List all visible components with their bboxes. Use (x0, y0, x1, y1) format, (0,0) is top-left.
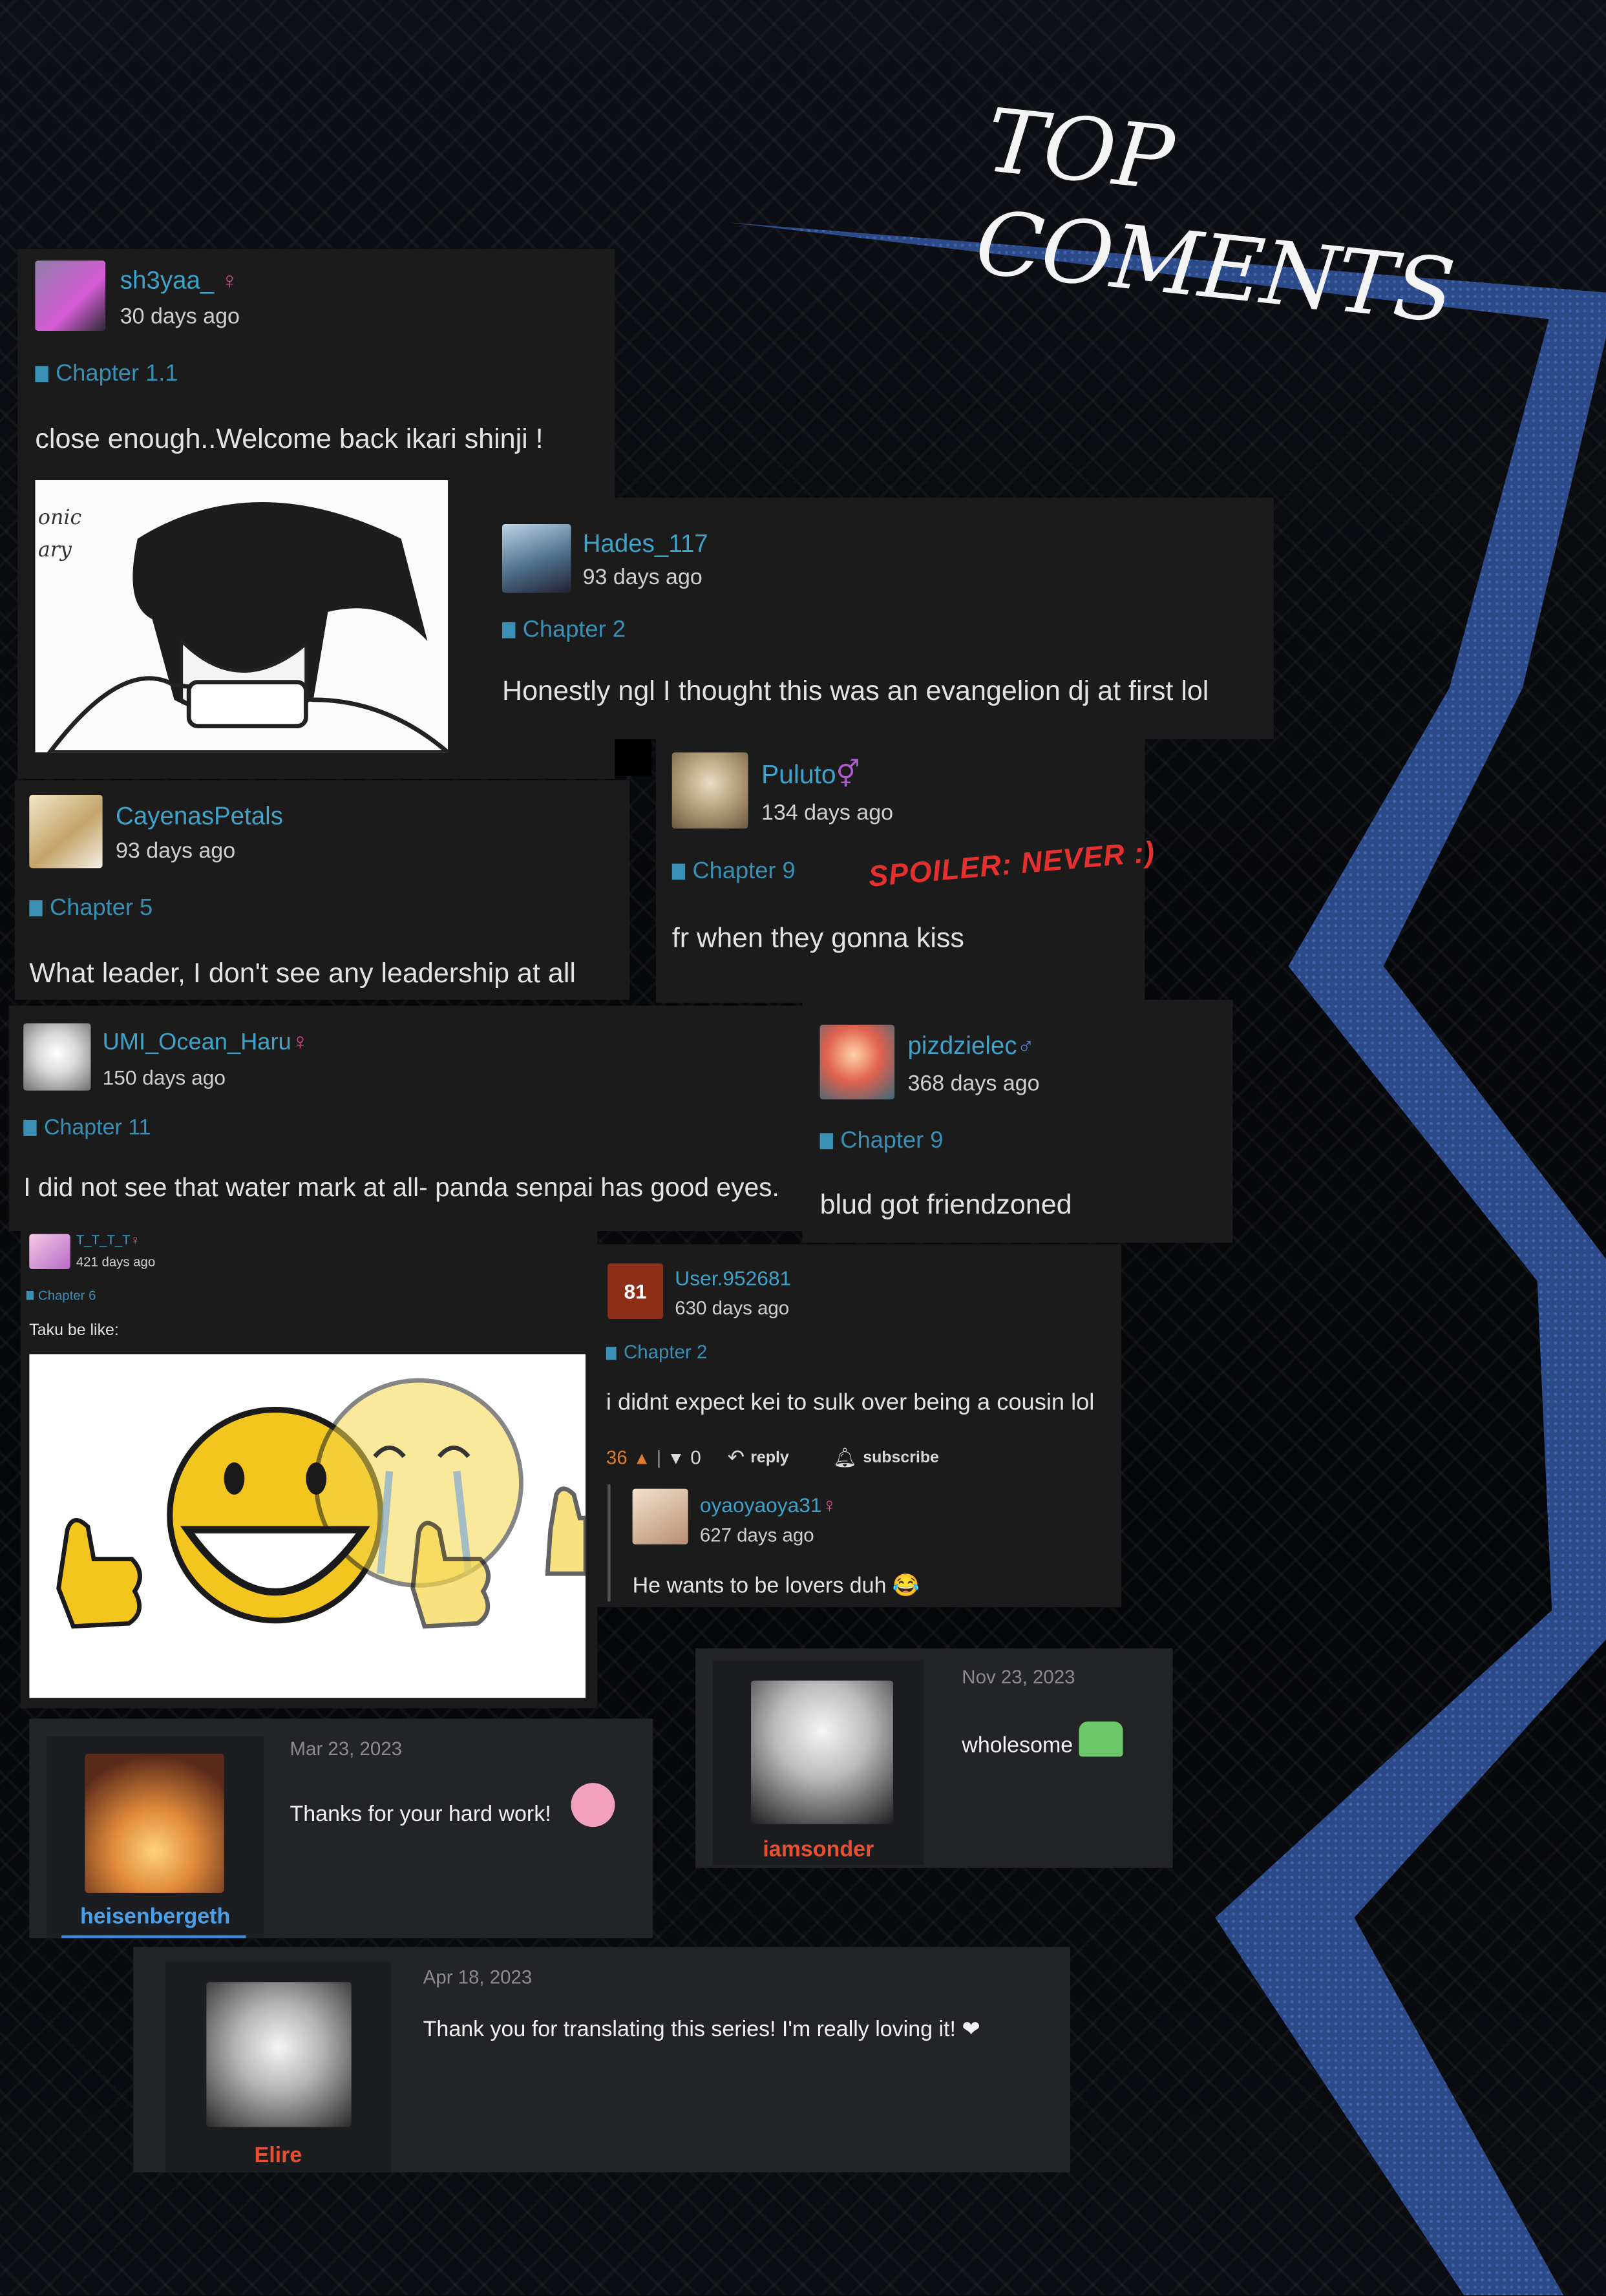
chapter-link[interactable]: Chapter 1.1 (35, 362, 178, 388)
document-icon (502, 622, 516, 638)
gender-female-icon: ♀ (130, 1232, 140, 1248)
username-underline (61, 1935, 246, 1939)
reply-text: He wants to be lovers duh 😂 (632, 1574, 920, 1599)
document-icon (26, 1290, 34, 1300)
post-text: Thank you for translating this series! I… (423, 2017, 980, 2043)
gender-female-icon: ♀ (291, 1030, 309, 1056)
forum-username[interactable]: iamsonder (713, 1837, 924, 1862)
username[interactable]: pizdzielec (907, 1032, 1017, 1060)
comment-card-tttt: T_T_T_T♀ 421 days ago Chapter 6 Taku be … (20, 1229, 598, 1709)
document-icon (35, 366, 48, 383)
gender-male-icon: ♂ (1017, 1035, 1035, 1060)
comment-age: 30 days ago (120, 304, 240, 330)
sticker-icon (571, 1783, 615, 1827)
reply-username[interactable]: oyaoyaoya31 (700, 1493, 822, 1517)
avatar (671, 752, 748, 829)
avatar (632, 1488, 688, 1544)
avatar (23, 1023, 91, 1091)
chapter-link[interactable]: Chapter 2 (606, 1341, 707, 1363)
document-icon (819, 1133, 833, 1150)
emoji-meme-image (29, 1354, 586, 1698)
comment-card-umi: UMI_Ocean_Haru♀ 150 days ago Chapter 11 … (8, 1006, 820, 1232)
chapter-link[interactable]: Chapter 9 (671, 859, 796, 886)
comment-text: Taku be like: (29, 1322, 119, 1340)
chapter-link[interactable]: Chapter 2 (502, 618, 626, 644)
avatar (206, 1982, 352, 2127)
comment-age: 93 days ago (115, 839, 236, 864)
gender-icon: ⚥ (836, 759, 860, 789)
comment-text: i didnt expect kei to sulk over being a … (606, 1391, 1095, 1416)
reply-icon[interactable]: ↶ (728, 1445, 745, 1470)
reply-age: 627 days ago (699, 1524, 814, 1546)
post-date: Apr 18, 2023 (423, 1966, 533, 1988)
upvote-count: 36 (606, 1446, 628, 1469)
document-icon (606, 1347, 617, 1360)
comment-age: 368 days ago (907, 1071, 1040, 1097)
gender-female-icon: ♀ (821, 1493, 838, 1517)
username[interactable]: UMI_Ocean_Haru (103, 1031, 291, 1056)
avatar (819, 1024, 895, 1100)
avatar (29, 795, 103, 869)
document-icon (23, 1119, 37, 1136)
avatar (502, 523, 571, 593)
username[interactable]: Puluto (761, 760, 836, 789)
comment-age: 630 days ago (675, 1297, 790, 1320)
chapter-link[interactable]: Chapter 6 (26, 1288, 96, 1303)
svg-text:ary: ary (38, 538, 72, 562)
chapter-link[interactable]: Chapter 5 (29, 896, 153, 922)
comment-age: 93 days ago (582, 565, 703, 590)
comment-age: 421 days ago (76, 1254, 156, 1270)
chapter-link[interactable]: Chapter 9 (819, 1129, 943, 1155)
forum-post-elire: Elire Apr 18, 2023 Thank you for transla… (133, 1946, 1070, 2173)
bell-icon[interactable]: 🔔︎ (833, 1446, 857, 1469)
gender-female-icon: ♀ (220, 269, 238, 295)
comment-text: Honestly ngl I thought this was an evang… (502, 676, 1209, 708)
decor-square (615, 739, 652, 776)
downvote-count: 0 (690, 1446, 701, 1469)
comment-card-cayenaspetals: CayenasPetals 93 days ago Chapter 5 What… (14, 780, 630, 1000)
comment-text: I did not see that water mark at all- pa… (23, 1172, 779, 1202)
document-icon (671, 863, 686, 880)
panel-caption: onic (38, 506, 82, 529)
avatar (29, 1234, 70, 1270)
username[interactable]: sh3yaa_ (120, 266, 215, 294)
comment-text: close enough..Welcome back ikari shinji … (35, 424, 544, 456)
reply-thread-line (608, 1484, 611, 1602)
post-text: Thanks for your hard work! (290, 1802, 551, 1827)
post-date: Mar 23, 2023 (290, 1737, 403, 1760)
comment-text: blud got friendzoned (819, 1190, 1072, 1221)
comment-card-pizdzielec: pizdzielec♂ 368 days ago Chapter 9 blud … (802, 1000, 1233, 1243)
subscribe-button[interactable]: subscribe (863, 1449, 939, 1466)
username[interactable]: Hades_117 (583, 530, 708, 559)
post-date: Nov 23, 2023 (962, 1665, 1075, 1688)
comment-text: fr when they gonna kiss (671, 923, 964, 954)
post-text: wholesome (962, 1733, 1073, 1758)
comment-text: What leader, I don't see any leadership … (29, 958, 576, 990)
comment-age: 134 days ago (761, 801, 894, 826)
forum-username[interactable]: heisenbergeth (47, 1904, 263, 1930)
reply-button[interactable]: reply (750, 1449, 789, 1466)
avatar (35, 260, 106, 331)
chapter-link[interactable]: Chapter 11 (23, 1115, 151, 1141)
username[interactable]: CayenasPetals (116, 802, 283, 831)
avatar (85, 1753, 224, 1893)
comment-card-hades: Hades_117 93 days ago Chapter 2 Honestly… (486, 498, 1274, 739)
document-icon (29, 900, 43, 917)
comment-actions: 36 ▲ | ▼ 0 ↶ reply 🔔︎ subscribe (606, 1445, 939, 1470)
username[interactable]: T_T_T_T (76, 1232, 131, 1247)
manga-panel-image: onic ary (35, 480, 449, 753)
forum-post-iamsonder: iamsonder Nov 23, 2023 wholesome (695, 1648, 1173, 1868)
collage-canvas: TOP COMENTS sh3yaa_ ♀ 30 days ago Chapte… (0, 0, 1606, 2295)
avatar: 81 (608, 1263, 664, 1320)
sticker-icon (1079, 1721, 1123, 1757)
comment-age: 150 days ago (102, 1066, 226, 1090)
downvote-icon[interactable]: ▼ (667, 1447, 684, 1468)
avatar (751, 1680, 893, 1824)
comment-card-user952681: 81 User.952681 630 days ago Chapter 2 i … (594, 1244, 1122, 1608)
forum-post-heisenbergeth: heisenbergeth Mar 23, 2023 Thanks for yo… (29, 1718, 653, 1939)
forum-username[interactable]: Elire (165, 2143, 391, 2168)
username[interactable]: User.952681 (675, 1266, 791, 1289)
upvote-icon[interactable]: ▲ (633, 1447, 651, 1468)
